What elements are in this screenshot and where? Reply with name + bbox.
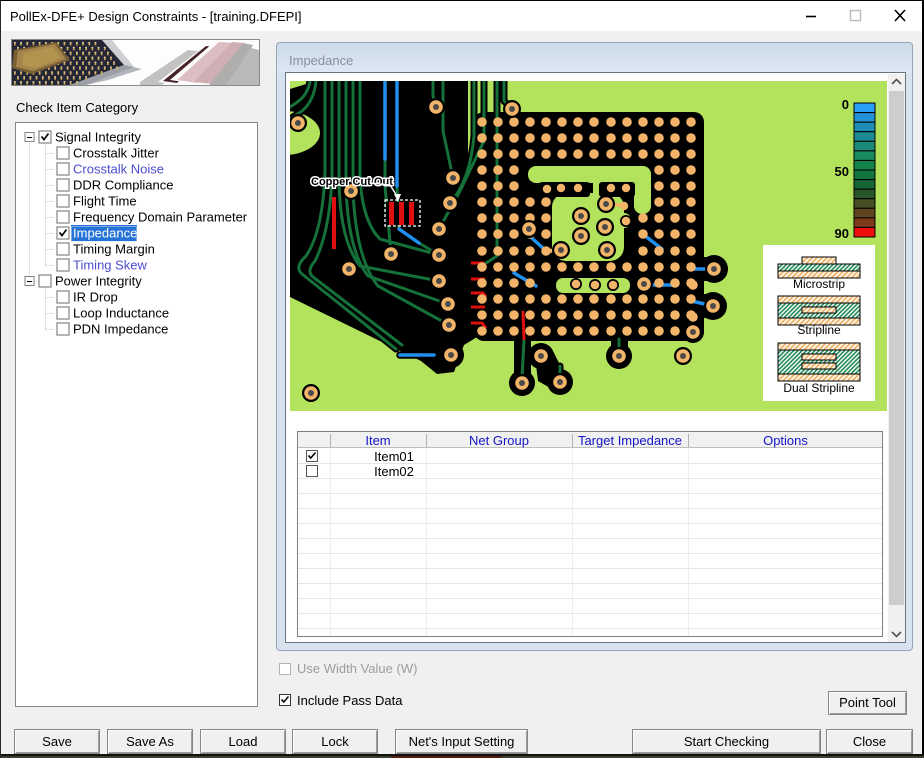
svg-text:IR Drop: IR Drop bbox=[73, 290, 118, 305]
svg-text:Signal Integrity: Signal Integrity bbox=[55, 130, 141, 145]
svg-text:PDN Impedance: PDN Impedance bbox=[73, 322, 168, 337]
svg-text:Timing Margin: Timing Margin bbox=[73, 242, 155, 257]
svg-text:Crosstalk Noise: Crosstalk Noise bbox=[73, 162, 164, 177]
svg-text:90: 90 bbox=[835, 226, 849, 241]
svg-text:50: 50 bbox=[835, 164, 849, 179]
svg-text:Frequency Domain Parameter: Frequency Domain Parameter bbox=[73, 210, 248, 225]
svg-text:Crosstalk Jitter: Crosstalk Jitter bbox=[73, 146, 160, 161]
svg-text:Flight Time: Flight Time bbox=[73, 194, 137, 209]
svg-text:Microstrip: Microstrip bbox=[793, 277, 845, 291]
svg-text:Power Integrity: Power Integrity bbox=[55, 274, 142, 289]
svg-text:Loop Inductance: Loop Inductance bbox=[73, 306, 169, 321]
svg-text:0: 0 bbox=[842, 97, 849, 112]
svg-text:Timing Skew: Timing Skew bbox=[73, 258, 148, 273]
svg-text:DDR Compliance: DDR Compliance bbox=[73, 178, 173, 193]
svg-text:Copper Cut Out: Copper Cut Out bbox=[311, 176, 393, 188]
svg-text:Impedance: Impedance bbox=[73, 226, 137, 241]
svg-text:Stripline: Stripline bbox=[797, 323, 841, 337]
svg-text:Dual Stripline: Dual Stripline bbox=[783, 381, 855, 395]
